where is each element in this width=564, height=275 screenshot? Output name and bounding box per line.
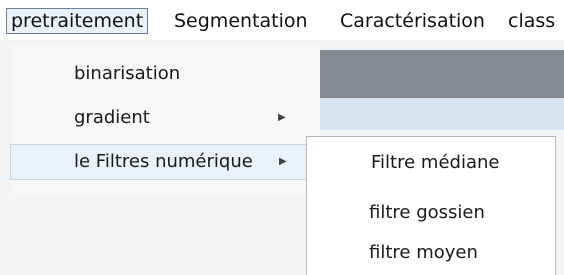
menu-item-binarisation[interactable]: binarisation [10, 56, 316, 92]
menu-pretraitement[interactable]: pretraitement [6, 8, 149, 34]
submenu-item-label: Filtre médiane [371, 152, 500, 173]
window-content-light [320, 98, 564, 130]
menu-item-gradient[interactable]: gradient ▶ [10, 100, 316, 136]
window-content-dark [320, 50, 564, 98]
filtres-submenu: Filtre médiane filtre gossien filtre moy… [306, 136, 556, 275]
submenu-item-filtre-mediane[interactable]: Filtre médiane [307, 147, 555, 179]
chevron-right-icon: ▶ [279, 156, 287, 167]
menu-item-label: le Filtres numérique [74, 151, 253, 172]
menu-segmentation[interactable]: Segmentation [174, 8, 308, 34]
menu-bar: pretraitement Segmentation Caractérisati… [0, 0, 564, 40]
menu-item-filtres-numerique[interactable]: le Filtres numérique ▶ [10, 144, 314, 180]
menu-classification[interactable]: class [508, 8, 555, 34]
menu-item-label: gradient [74, 107, 150, 128]
submenu-item-filtre-gossien[interactable]: filtre gossien [307, 197, 555, 229]
submenu-item-label: filtre moyen [369, 242, 478, 263]
menu-caracterisation[interactable]: Caractérisation [340, 8, 485, 34]
submenu-item-label: filtre gossien [369, 202, 485, 223]
submenu-item-filtre-moyen[interactable]: filtre moyen [307, 237, 555, 269]
chevron-right-icon: ▶ [278, 112, 286, 123]
pretraitement-dropdown: binarisation gradient ▶ le Filtres numér… [10, 44, 320, 194]
menu-item-label: binarisation [74, 63, 181, 84]
